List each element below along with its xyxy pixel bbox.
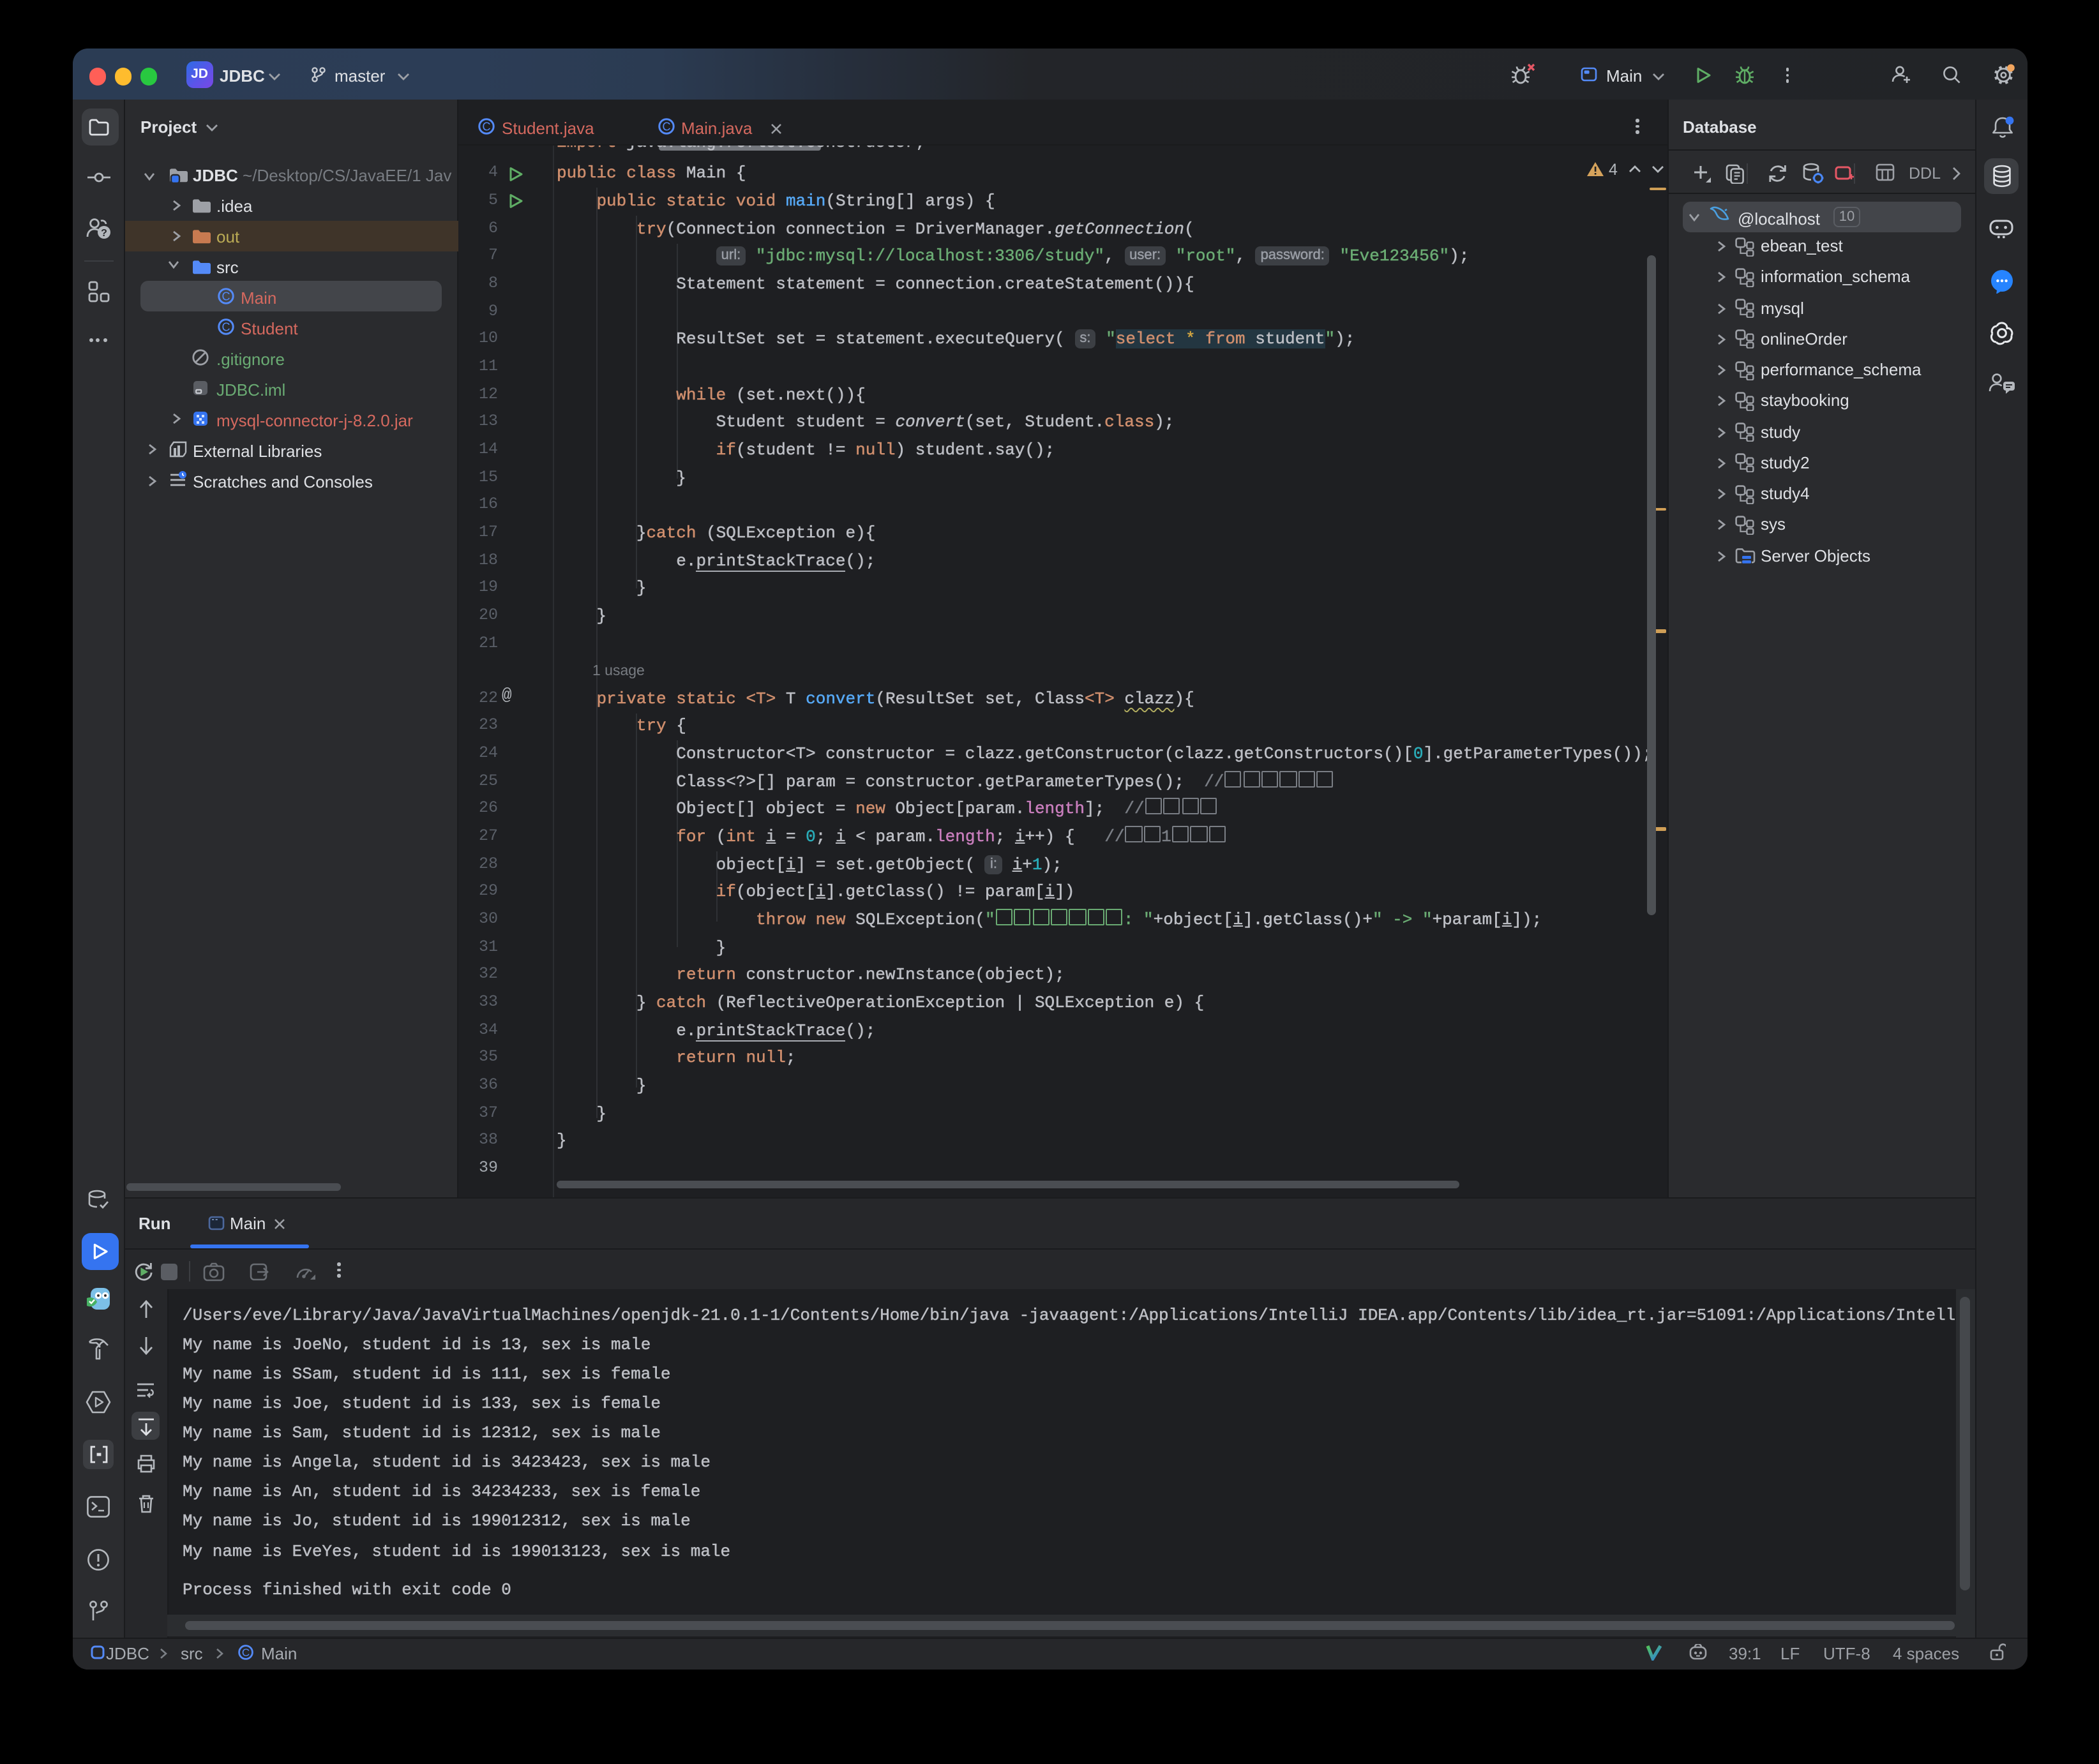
- svg-text:?: ?: [101, 228, 107, 239]
- svg-text:C: C: [242, 1647, 250, 1659]
